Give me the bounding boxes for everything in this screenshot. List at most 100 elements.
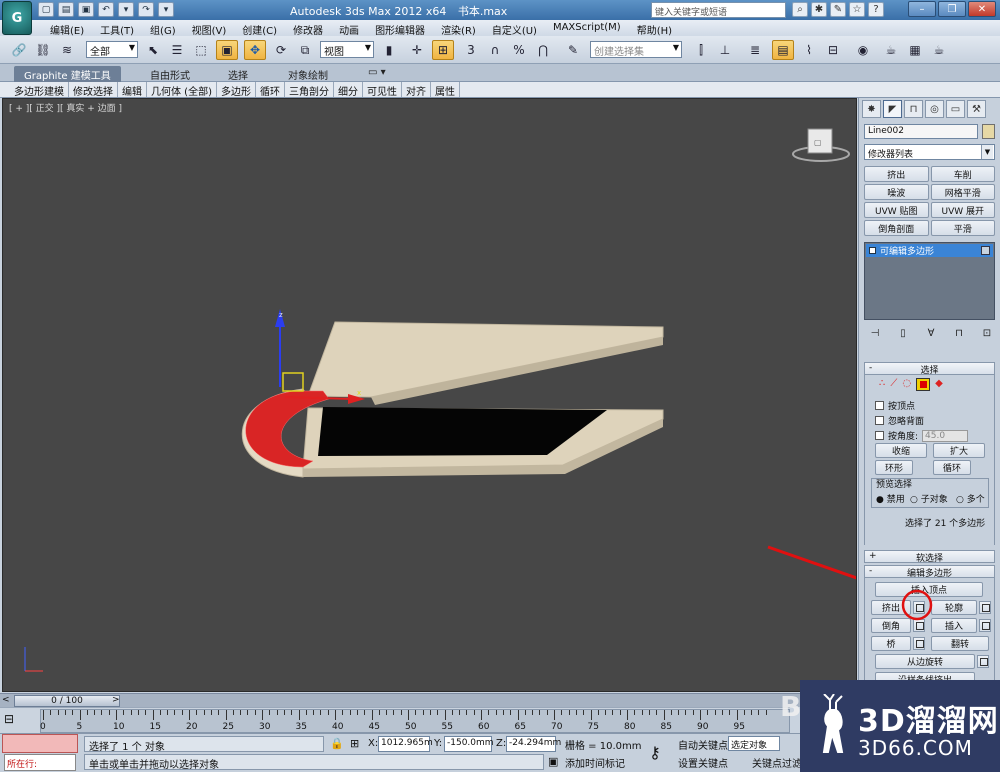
by-angle-checkbox[interactable] (875, 431, 884, 440)
menu-views[interactable]: 视图(V) (184, 20, 235, 37)
redo-icon[interactable]: ↷ (138, 2, 154, 17)
window-crossing-icon[interactable]: ▣ (216, 40, 238, 60)
redo-dropdown-icon[interactable]: ▾ (158, 2, 174, 17)
bevel-settings-icon[interactable] (913, 619, 925, 632)
selection-rollout-header[interactable]: - 选择 (864, 362, 995, 376)
track-ruler[interactable]: 0 5 10 15 20 25 30 35 40 45 50 55 60 65 70 75 80 85 90 95 (40, 709, 790, 733)
book-top-board[interactable] (307, 321, 664, 398)
menu-create[interactable]: 创建(C) (234, 20, 285, 37)
extrude-modifier-button[interactable]: 挤出 (864, 166, 929, 182)
selection-filter-dropdown[interactable]: 全部 ▼ (86, 41, 138, 58)
undo-dropdown-icon[interactable]: ▾ (118, 2, 134, 17)
align-icon[interactable]: ⊥ (714, 40, 736, 60)
set-key-button[interactable]: 设置关键点 (678, 755, 728, 770)
menu-maxscript[interactable]: MAXScript(M) (545, 20, 629, 36)
ignore-backfacing-option[interactable]: 忽略背面 (875, 414, 924, 427)
curve-editor-icon[interactable]: ⌇ (798, 40, 820, 60)
bevel-button[interactable]: 倒角 (871, 618, 911, 633)
panel-polygon-modeling[interactable]: 多边形建模 (10, 82, 69, 98)
panel-tris[interactable]: 三角剖分 (285, 82, 334, 98)
modifier-stack[interactable]: 可编辑多边形 (864, 242, 995, 320)
new-file-icon[interactable]: ▢ (38, 2, 54, 17)
configure-modifier-sets-icon[interactable]: ⊡ (979, 326, 995, 340)
x-coordinate-field[interactable]: 1012.965m (378, 736, 433, 752)
snaps-toggle-icon[interactable]: 3 (460, 40, 482, 60)
preview-subobject-option[interactable]: ○ 子对象 (910, 492, 948, 505)
rendered-frame-icon[interactable]: ▦ (904, 40, 926, 60)
extrude-button[interactable]: 挤出 (871, 600, 911, 615)
tab-object-paint[interactable]: 对象绘制 (278, 66, 338, 82)
key-icon[interactable]: ⚷ (640, 739, 670, 765)
mirror-icon[interactable]: ⫿ (690, 40, 712, 60)
smooth-modifier-button[interactable]: 平滑 (930, 220, 995, 236)
menu-modifiers[interactable]: 修改器 (285, 20, 331, 37)
by-angle-option[interactable]: 按角度: 45.0 (875, 429, 969, 442)
undo-icon[interactable]: ↶ (98, 2, 114, 17)
render-production-icon[interactable]: ☕ (928, 40, 950, 60)
track-bar[interactable]: ⊟ 0 5 10 15 20 25 30 35 40 45 50 55 60 65 70 75 80 85 90 95 (0, 707, 790, 733)
maxscript-listener-box[interactable] (2, 734, 78, 753)
bridge-button[interactable]: 桥 (871, 636, 911, 651)
hinge-from-edge-button[interactable]: 从边旋转 (875, 654, 975, 669)
select-by-name-icon[interactable]: ☰ (166, 40, 188, 60)
mini-curve-editor-icon[interactable]: ⊟ (4, 712, 32, 728)
border-level-icon[interactable]: ◌ (902, 378, 911, 391)
graphite-toggle-icon[interactable]: ▤ (772, 40, 794, 60)
key-target-dropdown[interactable]: 选定对象 (728, 736, 780, 751)
expand-icon[interactable] (869, 247, 876, 254)
maxscript-line-label[interactable]: 所在行: (4, 754, 76, 771)
app-menu-button[interactable]: G (2, 1, 32, 35)
y-coordinate-field[interactable]: -150.0mm (444, 736, 494, 752)
viewcube-icon[interactable]: ▢ (792, 128, 850, 162)
panel-loops[interactable]: 循环 (256, 82, 285, 98)
panel-align[interactable]: 对齐 (402, 82, 431, 98)
menu-rendering[interactable]: 渲染(R) (433, 20, 484, 37)
open-file-icon[interactable]: ▤ (58, 2, 74, 17)
close-button[interactable]: ✕ (968, 1, 996, 17)
uvw-unwrap-modifier-button[interactable]: UVW 展开 (930, 202, 995, 218)
preview-off-option[interactable]: ● 禁用 (876, 492, 905, 505)
absolute-mode-icon[interactable]: ⊞ (350, 737, 359, 750)
layer-manager-icon[interactable]: ≣ (744, 40, 766, 60)
grow-button[interactable]: 扩大 (933, 443, 985, 458)
tab-graphite-modeling[interactable]: Graphite 建模工具 (14, 66, 121, 82)
object-name-input[interactable]: Line002 (864, 124, 978, 139)
motion-tab-icon[interactable]: ◎ (925, 100, 944, 118)
keyboard-shortcut-override-icon[interactable]: ⊞ (432, 40, 454, 60)
pivot-center-icon[interactable]: ▮ (378, 40, 400, 60)
tools-icon[interactable]: ✎ (830, 2, 846, 17)
inset-button[interactable]: 插入 (931, 618, 977, 633)
ignore-backfacing-checkbox[interactable] (875, 416, 884, 425)
ribbon-options-icon[interactable]: ▭ ▾ (358, 66, 396, 82)
remove-modifier-icon[interactable]: ⊓ (951, 326, 967, 340)
pin-stack-icon[interactable]: ⊣ (867, 326, 883, 340)
inset-settings-icon[interactable] (979, 619, 991, 632)
next-frame-icon[interactable]: > (112, 695, 120, 705)
extrude-settings-icon[interactable] (913, 601, 925, 614)
bridge-settings-icon[interactable] (913, 637, 925, 650)
panel-modify-selection[interactable]: 修改选择 (69, 82, 118, 98)
uvw-map-modifier-button[interactable]: UVW 贴图 (864, 202, 929, 218)
display-tab-icon[interactable]: ▭ (946, 100, 965, 118)
vertex-level-icon[interactable]: ∴ (879, 378, 885, 391)
lathe-modifier-button[interactable]: 车削 (930, 166, 995, 182)
bind-space-warp-icon[interactable]: ≋ (56, 40, 78, 60)
auto-key-button[interactable]: 自动关键点 (678, 737, 728, 752)
panel-polygons[interactable]: 多边形 (217, 82, 256, 98)
viewport-label[interactable]: [ + ][ 正交 ][ 真实 + 边面 ] (9, 101, 122, 114)
soft-selection-rollout-header[interactable]: + 软选择 (864, 550, 995, 564)
edge-level-icon[interactable]: ⟋ (890, 378, 897, 391)
star-icon[interactable]: ☆ (849, 2, 865, 17)
menu-help[interactable]: 帮助(H) (629, 20, 680, 37)
panel-edit[interactable]: 编辑 (118, 82, 147, 98)
link-icon[interactable]: 🔗 (8, 40, 30, 60)
menu-customize[interactable]: 自定义(U) (484, 20, 545, 37)
render-setup-icon[interactable]: ☕ (880, 40, 902, 60)
unlink-icon[interactable]: ⛓ (32, 40, 54, 60)
minimize-button[interactable]: – (908, 1, 936, 17)
menu-tools[interactable]: 工具(T) (92, 20, 142, 37)
save-file-icon[interactable]: ▣ (78, 2, 94, 17)
reference-coord-dropdown[interactable]: 视图 ▼ (320, 41, 374, 58)
rectangular-selection-icon[interactable]: ⬚ (190, 40, 212, 60)
key-filters-button[interactable]: 关键点过滤 (752, 755, 802, 770)
